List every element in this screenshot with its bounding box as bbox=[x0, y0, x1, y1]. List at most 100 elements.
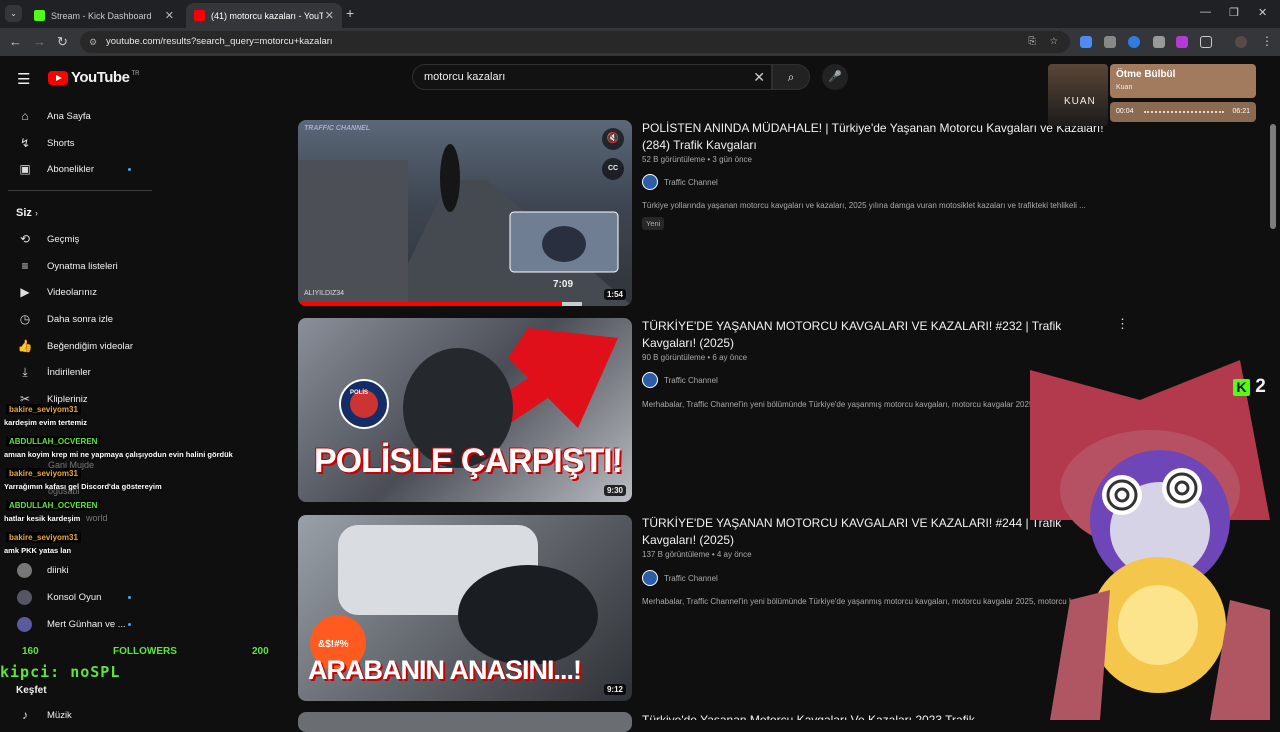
kick-count: 2 bbox=[1255, 376, 1266, 397]
now-playing-widget: KUAN Ötme Bülbül Kuan 00:04 06:21 bbox=[1048, 64, 1256, 126]
tab-search-button[interactable]: ⌄ bbox=[5, 5, 22, 22]
extension-icon[interactable] bbox=[1128, 36, 1140, 48]
close-window-icon[interactable]: ✕ bbox=[1258, 6, 1267, 19]
close-tab-icon[interactable]: ✕ bbox=[165, 9, 174, 22]
follower-label: FOLLOWERS bbox=[113, 646, 177, 657]
thumbnail-headline: POLİSLE ÇARPIŞTI! bbox=[314, 442, 623, 480]
tab-title: (41) motorcu kazaları - YouTube bbox=[211, 10, 323, 21]
more-actions-icon[interactable]: ⋮ bbox=[1116, 316, 1129, 332]
tab-youtube[interactable]: (41) motorcu kazaları - YouTube ✕ bbox=[186, 3, 342, 28]
search-button[interactable]: ⌕ bbox=[772, 64, 810, 90]
channel-link[interactable]: Traffic Channel bbox=[642, 372, 718, 388]
avatar bbox=[17, 562, 32, 578]
track-info: Ötme Bülbül Kuan bbox=[1110, 64, 1256, 98]
video-thumbnail[interactable] bbox=[298, 712, 632, 732]
extension-icon[interactable] bbox=[1153, 36, 1165, 48]
minimize-icon[interactable]: — bbox=[1200, 6, 1211, 18]
ticker-text: kipci: noSPL bbox=[0, 663, 121, 681]
channel-avatar bbox=[642, 174, 658, 190]
clear-search-icon[interactable]: ✕ bbox=[753, 65, 765, 89]
chat-username: bakire_seviyom31 bbox=[6, 532, 81, 543]
sidebar-item-watch-later[interactable]: ◷ Daha sonra izle bbox=[0, 306, 160, 332]
chat-message: hatlar kesik kardeşim bbox=[4, 514, 81, 523]
playlists-icon: ≡ bbox=[21, 259, 29, 273]
extension-icon[interactable] bbox=[1080, 36, 1092, 48]
extension-icon[interactable] bbox=[1176, 36, 1188, 48]
sidebar-sub-diinki[interactable]: diinki bbox=[0, 557, 160, 583]
chat-message: amıan koyim krep mi ne yapmaya çalışıyod… bbox=[4, 450, 233, 459]
video-thumbnail[interactable]: POLİS POLİSLE ÇARPIŞTI! 9:30 bbox=[298, 318, 632, 502]
kick-counter: K 2 bbox=[1233, 376, 1266, 398]
reload-icon[interactable]: ↻ bbox=[57, 34, 68, 50]
mute-icon[interactable]: 🔇 bbox=[602, 128, 624, 150]
sidebar-you-header[interactable]: Siz › bbox=[16, 207, 38, 219]
bookmark-star-icon[interactable]: ☆ bbox=[1049, 31, 1058, 53]
chevron-right-icon: › bbox=[34, 208, 38, 218]
video-title[interactable]: POLİSTEN ANINDA MÜDAHALE! | Türkiye'de Y… bbox=[642, 120, 1112, 154]
video-meta: 90 B görüntüleme • 6 ay önce bbox=[642, 353, 748, 362]
thumbnail-brand-text: TRAFFIC CHANNEL bbox=[304, 125, 371, 132]
sidebar-sub-partial[interactable]: world bbox=[86, 513, 108, 523]
sidebar-item-subscriptions[interactable]: ▣ Abonelikler bbox=[0, 156, 160, 182]
sidebar-item-label: diinki bbox=[47, 564, 69, 576]
extensions-puzzle-icon[interactable] bbox=[1200, 36, 1212, 48]
sidebar-sub-mert-gunhan[interactable]: Mert Günhan ve ... bbox=[0, 611, 160, 637]
logo-text: YouTube bbox=[71, 69, 130, 86]
sidebar-item-downloads[interactable]: ⤓ İndirilenler bbox=[0, 359, 160, 385]
album-cover-text: KUAN bbox=[1064, 96, 1096, 107]
install-app-icon[interactable]: ⎘ bbox=[1028, 31, 1036, 53]
sidebar-item-liked[interactable]: 👍 Beğendiğim videolar bbox=[0, 333, 160, 359]
sidebar-item-label: Ana Sayfa bbox=[47, 110, 91, 122]
sidebar-item-shorts[interactable]: ↯ Shorts bbox=[0, 130, 160, 156]
video-thumbnail[interactable]: &$!#% ARABANIN ANASINI...! 9:12 bbox=[298, 515, 632, 701]
sidebar-item-label: Geçmiş bbox=[47, 233, 80, 245]
sidebar-item-label: Videolarınız bbox=[47, 286, 97, 298]
sidebar-item-playlists[interactable]: ≡ Oynatma listeleri bbox=[0, 253, 160, 279]
search-query: motorcu kazaları bbox=[424, 71, 506, 83]
close-tab-icon[interactable]: ✕ bbox=[325, 9, 334, 22]
site-info-icon[interactable]: ⚙ bbox=[89, 31, 97, 53]
sidebar-item-label: Klipleriniz bbox=[47, 393, 88, 405]
forward-icon[interactable]: → bbox=[33, 34, 46, 49]
channel-link[interactable]: Traffic Channel bbox=[642, 570, 718, 586]
youtube-logo[interactable]: YouTube TR bbox=[48, 69, 139, 86]
sidebar-item-home[interactable]: ⌂ Ana Sayfa bbox=[0, 103, 160, 129]
track-title: Ötme Bülbül bbox=[1116, 69, 1176, 80]
vtuber-avatar bbox=[1030, 360, 1270, 720]
video-thumbnail[interactable]: TRAFFIC CHANNEL ALIYILDIZ34 🔇 CC 7:09 1:… bbox=[298, 120, 632, 306]
sidebar-item-music[interactable]: ♪ Müzik bbox=[0, 702, 160, 728]
back-icon[interactable]: ← bbox=[9, 34, 22, 49]
voice-search-icon[interactable]: 🎤 bbox=[822, 64, 848, 90]
progress-track bbox=[1144, 111, 1224, 113]
total-time: 06:21 bbox=[1232, 108, 1250, 115]
thumbnail-handle-text: ALIYILDIZ34 bbox=[304, 290, 345, 297]
extension-icon[interactable] bbox=[1104, 36, 1116, 48]
scrollbar-thumb[interactable] bbox=[1270, 124, 1276, 229]
new-tab-icon[interactable]: + bbox=[346, 5, 354, 21]
sidebar-item-label: Oynatma listeleri bbox=[47, 260, 118, 272]
sidebar-item-your-videos[interactable]: ▶ Videolarınız bbox=[0, 279, 160, 305]
channel-avatar bbox=[642, 372, 658, 388]
tab-kick-dashboard[interactable]: Stream - Kick Dashboard ✕ bbox=[26, 3, 182, 28]
profile-avatar[interactable] bbox=[1235, 36, 1247, 48]
browser-menu-icon[interactable]: ⋮ bbox=[1261, 34, 1273, 48]
history-icon: ⟲ bbox=[19, 232, 31, 246]
address-bar[interactable]: ⚙ youtube.com/results?search_query=motor… bbox=[80, 31, 1070, 53]
follower-goal: 200 bbox=[252, 646, 269, 657]
search-input[interactable]: motorcu kazaları ✕ bbox=[412, 64, 772, 90]
logo-country-code: TR bbox=[131, 70, 140, 77]
restore-icon[interactable]: ❐ bbox=[1229, 6, 1239, 19]
video-meta: 137 B görüntüleme • 4 ay önce bbox=[642, 550, 752, 559]
new-content-dot bbox=[128, 167, 131, 171]
video-title[interactable]: TÜRKİYE'DE YAŞANAN MOTORCU KAVGALARI VE … bbox=[642, 318, 1112, 352]
chat-username: bakire_seviyom31 bbox=[6, 404, 81, 415]
captions-icon[interactable]: CC bbox=[602, 158, 624, 180]
sidebar-item-history[interactable]: ⟲ Geçmiş bbox=[0, 226, 160, 252]
sidebar-item-label: Abonelikler bbox=[47, 163, 94, 175]
sidebar-explore-header: Keşfet bbox=[16, 685, 47, 696]
new-content-dot bbox=[128, 622, 131, 626]
elapsed-time: 00:04 bbox=[1116, 108, 1134, 115]
menu-icon[interactable]: ☰ bbox=[17, 70, 30, 88]
channel-link[interactable]: Traffic Channel bbox=[642, 174, 718, 190]
thumbnail-headline: ARABANIN ANASINI...! bbox=[308, 655, 582, 685]
